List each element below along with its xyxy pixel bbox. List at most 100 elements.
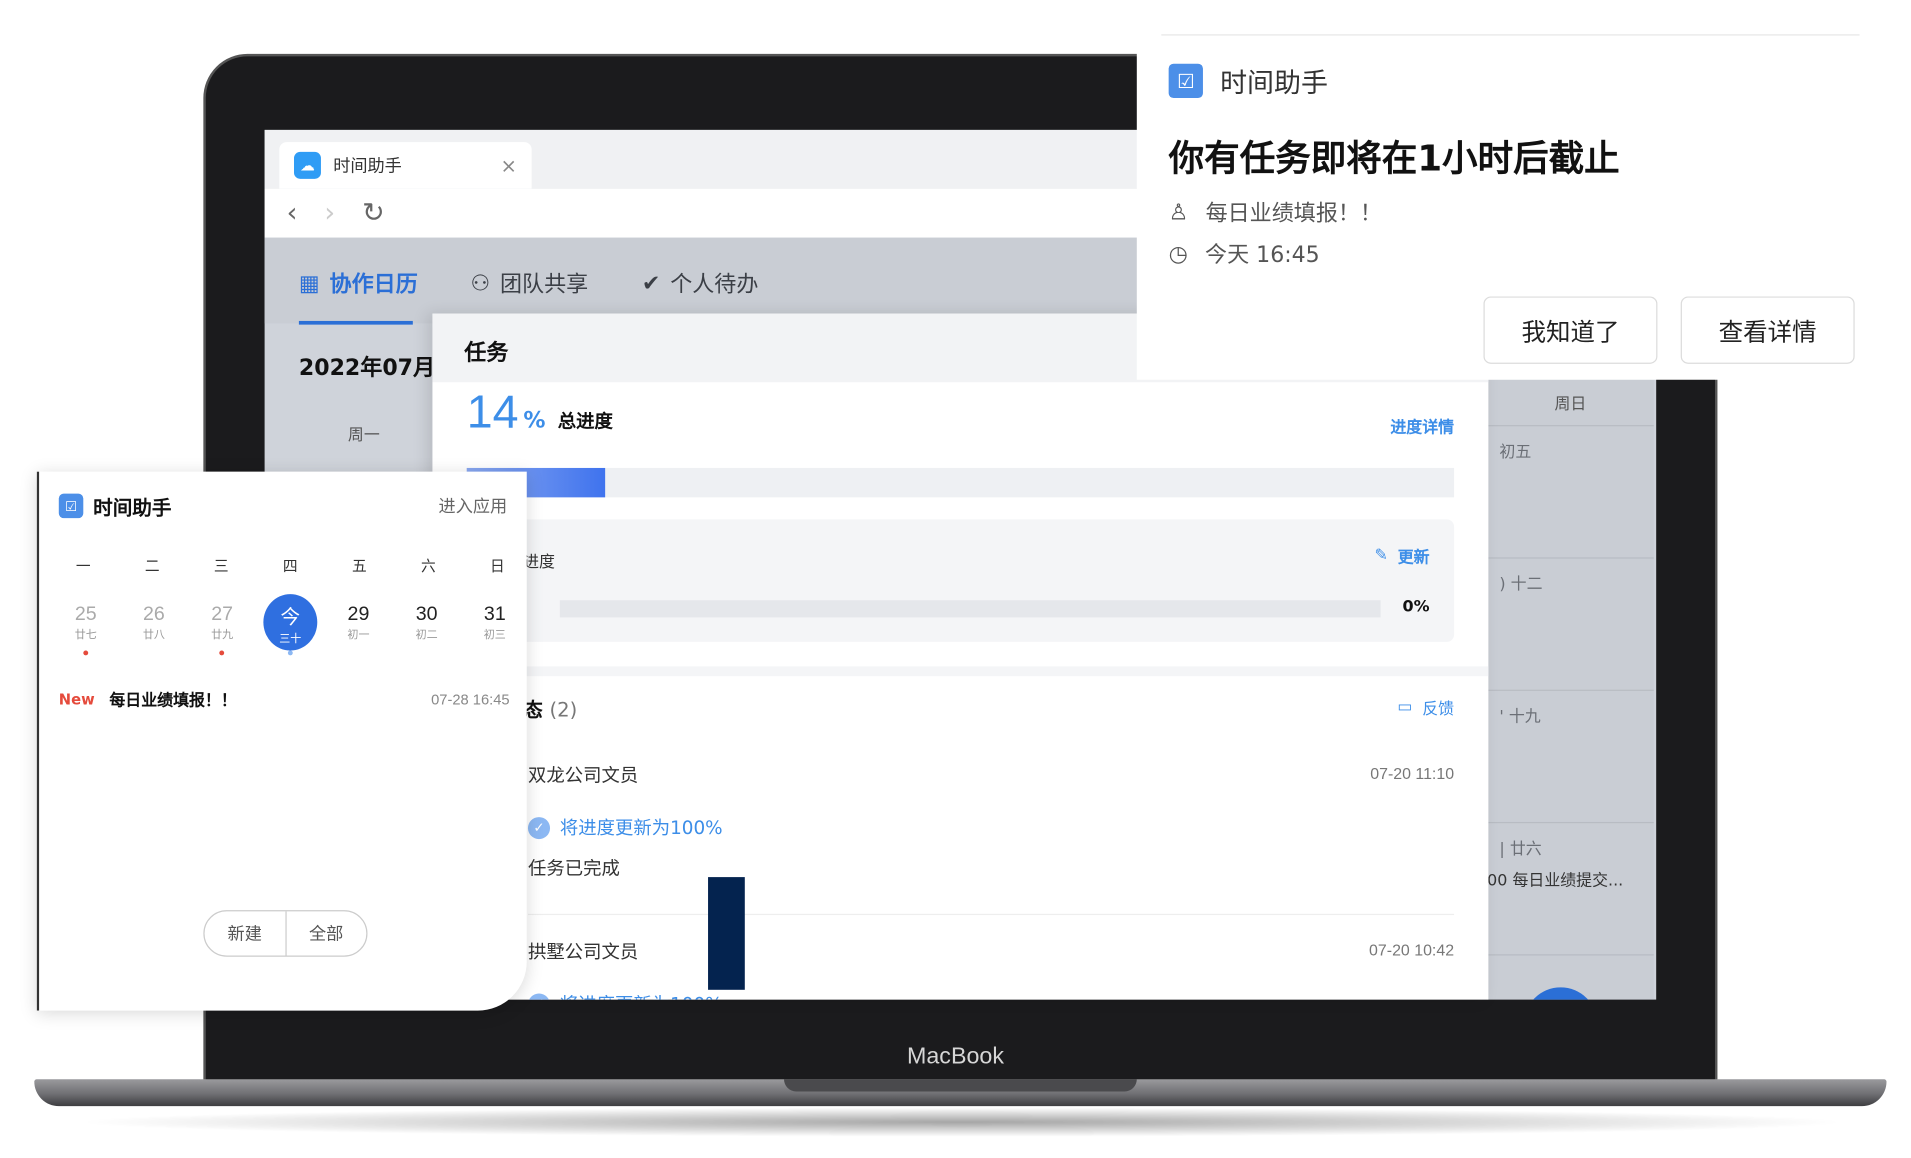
activity-user: 拱墅公司文员	[527, 940, 639, 963]
scene: MacBook ☁ 时间助手 × ‹ › ↻ ▦ 协作日历 ⚇ 团队共享 ✔ 个…	[0, 0, 1911, 1158]
check-icon: ✓	[527, 816, 551, 839]
tab-label: 个人待办	[670, 271, 759, 298]
month-label: 2022年07月	[298, 355, 436, 381]
check-circle-icon: ✔	[641, 270, 661, 296]
laptop-notch	[784, 1079, 1137, 1092]
cloud-icon: ☁	[294, 151, 321, 179]
weekday-label: 五	[351, 557, 367, 575]
day-number: 31	[483, 603, 506, 625]
edit-icon: ✎	[1374, 546, 1388, 565]
day-cell-today[interactable]: 今三十	[263, 594, 318, 656]
task-panel: 任务 14 % 总进度 进度详情 进度 ✎ 更新 0% 态 (2) ▭ 反馈 双…	[432, 313, 1489, 1000]
mini-day-row: 25 廿七 26 廿八 27 廿九 今三十 29 初一 30 初二 31 初三	[59, 594, 522, 656]
day-cell[interactable]: 26 廿八	[127, 594, 181, 650]
mini-task-time: 07-28 16:45	[431, 690, 510, 708]
tab-label: 团队共享	[499, 271, 589, 298]
weekday-label: 三	[213, 557, 229, 575]
team-icon: ⚇	[470, 270, 491, 296]
day-cell[interactable]: 29 初一	[332, 594, 386, 650]
activity-action: ✓ 将进度更新为100%	[527, 815, 1454, 841]
day-cell[interactable]: 27 廿九	[195, 594, 249, 656]
activity-time: 07-20 10:42	[1369, 940, 1455, 960]
section-divider	[432, 666, 1489, 677]
notification-task: 每日业绩填报！！	[1205, 200, 1382, 227]
calendar-event[interactable]: 00 每日业绩提交...	[1487, 867, 1623, 890]
day-number: 30	[415, 603, 438, 625]
mini-app-name: 时间助手	[93, 496, 172, 520]
notification-task-row: ♙ 每日业绩填报！！	[1169, 196, 1382, 228]
sub-progress-pct: 0%	[1402, 597, 1430, 617]
progress-detail-link[interactable]: 进度详情	[1390, 414, 1454, 437]
check-icon: ✓	[527, 992, 551, 1000]
new-button[interactable]: 新建	[205, 911, 285, 955]
mini-app-header: ☑ 时间助手	[58, 491, 172, 520]
weekday-label: 一	[75, 557, 91, 575]
event-dot	[83, 650, 89, 656]
calendar-cell[interactable]: 初五	[1487, 426, 1654, 559]
day-cell[interactable]: 31 初三	[468, 594, 522, 650]
laptop-brand-label: MacBook	[906, 1043, 1005, 1070]
lunar-date: | 廿六	[1499, 840, 1542, 859]
browser-tab[interactable]: ☁ 时间助手 ×	[279, 142, 532, 189]
calendar-cell[interactable]: | 廿六 00 每日业绩提交...	[1487, 823, 1654, 956]
enter-app-link[interactable]: 进入应用	[439, 494, 508, 518]
update-button[interactable]: ✎ 更新	[1375, 544, 1430, 567]
activity-item: 拱墅公司文员 07-20 10:42 ✓ 将进度更新为100%	[527, 938, 1455, 1000]
day-number: 29	[347, 603, 370, 625]
day-lunar: 初三	[483, 629, 506, 642]
day-lunar: 初一	[347, 629, 370, 642]
active-tab-underline	[298, 320, 413, 325]
progress-label: 总进度	[557, 410, 613, 433]
sub-progress-label: 进度	[523, 553, 555, 573]
total-progress-bar	[466, 467, 1455, 498]
decorative-block	[708, 877, 745, 990]
day-lunar: 廿八	[142, 629, 165, 642]
calendar-icon: ▦	[298, 270, 320, 296]
day-number: 27	[211, 603, 233, 625]
app-icon: ☑	[1168, 63, 1203, 98]
acknowledge-button[interactable]: 我知道了	[1483, 296, 1658, 364]
day-number: 26	[143, 603, 165, 625]
notification-top-line	[1161, 34, 1860, 36]
mini-task-item[interactable]: New 每日业绩填报！！ 07-28 16:45	[59, 687, 510, 710]
day-lunar: 廿七	[74, 629, 97, 642]
calendar-cell[interactable]: ' 十九	[1487, 691, 1654, 824]
all-button[interactable]: 全部	[284, 911, 366, 956]
lunar-date: 初五	[1499, 443, 1532, 462]
calendar-column-sunday: 周日 初五 ) 十二 ' 十九 | 廿六 00 每日业绩提交...	[1487, 379, 1654, 1000]
mini-button-group: 新建 全部	[203, 910, 368, 957]
dynamics-title: 态 (2)	[523, 693, 577, 722]
weekday-label: 四	[282, 557, 298, 575]
day-number: 25	[74, 603, 97, 625]
day-lunar: 廿九	[211, 629, 234, 642]
mini-calendar-widget: ☑ 时间助手 进入应用 一 二 三 四 五 六 日 25 廿七 26 廿八 27 廿九今三…	[36, 471, 527, 1011]
sub-progress-card: 进度 ✎ 更新 0%	[466, 519, 1455, 642]
back-icon[interactable]: ‹	[287, 198, 298, 229]
day-cell[interactable]: 25 廿七	[59, 594, 113, 656]
total-progress: 14 % 总进度	[467, 387, 613, 440]
tab-collab-calendar[interactable]: ▦ 协作日历	[299, 267, 418, 299]
view-details-button[interactable]: 查看详情	[1680, 296, 1855, 364]
clock-icon: ◷	[1168, 240, 1188, 267]
notification-app-name: 时间助手	[1220, 68, 1328, 100]
tab-team-share[interactable]: ⚇ 团队共享	[470, 267, 588, 299]
calendar-cell[interactable]: ) 十二	[1487, 559, 1654, 691]
activity-time: 07-20 11:10	[1370, 764, 1455, 783]
feedback-button[interactable]: ▭ 反馈	[1397, 696, 1454, 719]
event-dot	[219, 650, 225, 656]
reload-icon[interactable]: ↻	[362, 198, 385, 229]
notification-app: ☑ 时间助手	[1168, 61, 1328, 100]
lunar-date: ) 十二	[1499, 575, 1543, 595]
day-cell[interactable]: 30 初二	[400, 594, 454, 650]
notification-time-row: ◷ 今天 16:45	[1169, 238, 1320, 270]
close-icon[interactable]: ×	[501, 154, 517, 177]
tab-label: 协作日历	[329, 271, 418, 298]
weekday-header-mon: 周一	[347, 426, 380, 445]
laptop-shadow	[73, 1107, 1850, 1137]
activity-action-text: 将进度更新为100%	[560, 991, 723, 999]
lunar-date: ' 十九	[1499, 708, 1541, 727]
forward-icon[interactable]: ›	[324, 198, 335, 229]
tab-personal-todo[interactable]: ✔ 个人待办	[642, 267, 758, 299]
dynamics-count: (2)	[549, 698, 578, 722]
day-lunar: 初二	[415, 629, 438, 642]
